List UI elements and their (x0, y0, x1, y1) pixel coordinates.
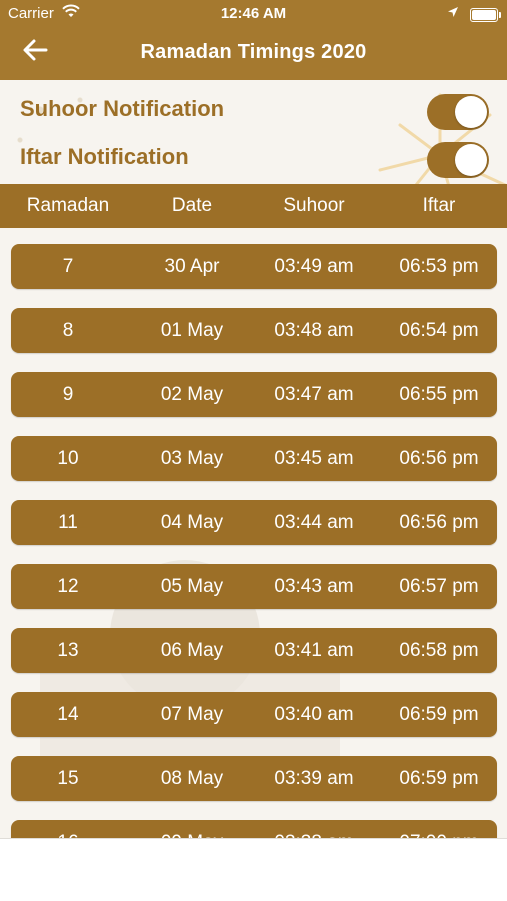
row-suhoor: 03:49 am (274, 255, 354, 277)
table-row: 7 30 Apr 03:49 am 06:53 pm (11, 244, 497, 289)
row-date: 07 May (160, 703, 224, 725)
suhoor-notification-toggle[interactable] (427, 94, 489, 130)
row-day: 9 (62, 383, 74, 405)
row-date: 02 May (160, 383, 224, 405)
row-iftar: 06:58 pm (399, 639, 479, 661)
row-day: 11 (58, 511, 78, 533)
row-day: 7 (62, 255, 74, 277)
row-day: 8 (62, 319, 74, 341)
table-row: 8 01 May 03:48 am 06:54 pm (11, 308, 497, 353)
header-suhoor: Suhoor (283, 195, 345, 216)
row-day: 13 (57, 639, 79, 661)
row-day: 10 (57, 447, 79, 469)
table-row: 9 02 May 03:47 am 06:55 pm (11, 372, 497, 417)
row-suhoor: 03:44 am (274, 511, 354, 533)
battery-icon (470, 8, 501, 22)
iftar-notification-label: Iftar Notification (20, 144, 189, 169)
iftar-notification-row: Iftar Notification (0, 136, 507, 182)
table-row: 13 06 May 03:41 am 06:58 pm (11, 628, 497, 673)
iftar-notification-toggle[interactable] (427, 142, 489, 178)
row-suhoor: 03:39 am (274, 767, 354, 789)
row-suhoor: 03:48 am (274, 319, 354, 341)
row-day: 14 (57, 703, 79, 725)
table-row: 10 03 May 03:45 am 06:56 pm (11, 436, 497, 481)
header-ramadan: Ramadan (26, 195, 110, 216)
row-day: 12 (57, 575, 79, 597)
row-date: 03 May (160, 447, 224, 469)
row-suhoor: 03:47 am (274, 383, 354, 405)
row-iftar: 06:57 pm (399, 575, 479, 597)
row-date: 04 May (160, 511, 224, 533)
location-arrow-icon (447, 5, 459, 22)
navigation-bar: Ramadan Timings 2020 (0, 28, 507, 80)
suhoor-notification-row: Suhoor Notification (0, 88, 507, 134)
header-date: Date (171, 195, 213, 216)
row-iftar: 06:56 pm (399, 447, 479, 469)
page-title: Ramadan Timings 2020 (140, 41, 367, 63)
row-iftar: 06:59 pm (399, 767, 479, 789)
status-bar: Carrier 12:46 AM (0, 0, 507, 28)
bottom-safe-area (0, 838, 507, 901)
table-header: Ramadan Date Suhoor Iftar (0, 184, 507, 228)
row-suhoor: 03:40 am (274, 703, 354, 725)
suhoor-notification-label: Suhoor Notification (20, 96, 225, 121)
row-suhoor: 03:45 am (274, 447, 354, 469)
row-iftar: 06:55 pm (399, 383, 479, 405)
row-suhoor: 03:43 am (274, 575, 354, 597)
row-date: 01 May (160, 319, 224, 341)
row-day: 15 (57, 767, 79, 789)
row-iftar: 06:56 pm (399, 511, 479, 533)
table-row: 15 08 May 03:39 am 06:59 pm (11, 756, 497, 801)
table-row: 11 04 May 03:44 am 06:56 pm (11, 500, 497, 545)
clock: 12:46 AM (220, 5, 287, 22)
row-date: 05 May (160, 575, 224, 597)
row-iftar: 06:54 pm (399, 319, 479, 341)
row-iftar: 06:59 pm (399, 703, 479, 725)
row-date: 30 Apr (164, 255, 220, 277)
row-suhoor: 03:41 am (274, 639, 354, 661)
header-iftar: Iftar (422, 195, 456, 216)
row-date: 08 May (160, 767, 224, 789)
table-row: 14 07 May 03:40 am 06:59 pm (11, 692, 497, 737)
table-row: 12 05 May 03:43 am 06:57 pm (11, 564, 497, 609)
row-date: 06 May (160, 639, 224, 661)
row-iftar: 06:53 pm (399, 255, 479, 277)
